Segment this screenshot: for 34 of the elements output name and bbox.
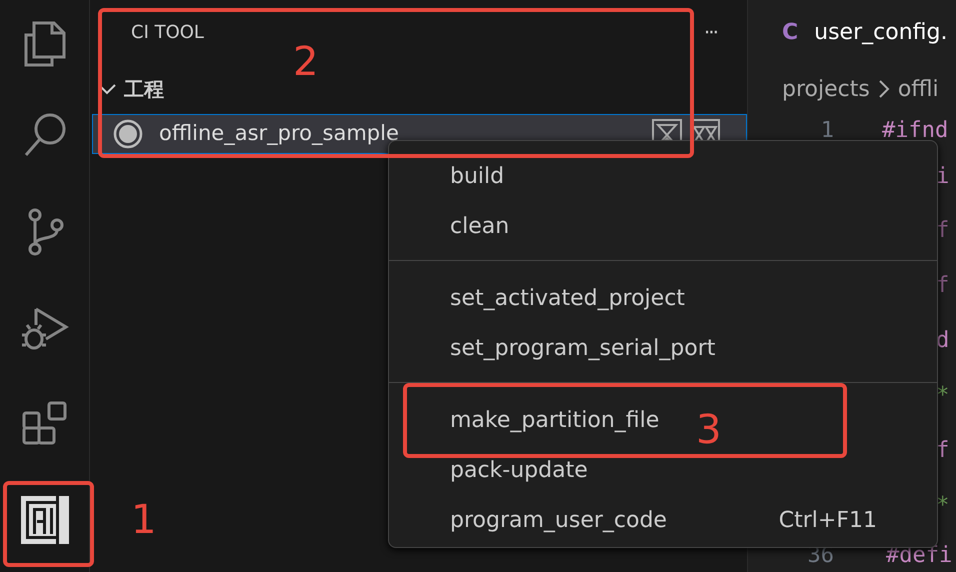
radio-icon <box>113 119 143 149</box>
tab-label: user_config. <box>814 18 948 46</box>
keyboard-shortcut: Ctrl+F11 <box>778 506 877 534</box>
menu-item[interactable]: make_partition_file <box>450 404 660 436</box>
menu-item[interactable]: program_user_code <box>450 504 667 536</box>
editor-tab[interactable]: C user_config. <box>748 0 956 64</box>
code-text: f <box>936 436 950 465</box>
code-text: * <box>936 382 950 410</box>
tree-item-label: offline_asr_pro_sample <box>159 120 400 148</box>
c-file-icon: C <box>782 16 798 48</box>
menu-item[interactable]: set_activated_project <box>450 282 685 314</box>
chevron-right-icon <box>878 79 890 99</box>
line-number: 1 <box>820 116 834 144</box>
annotation-number: 3 <box>696 410 722 450</box>
annotation-number: 2 <box>293 42 318 82</box>
more-actions-button[interactable]: ··· <box>704 17 717 47</box>
code-text: #defi <box>886 542 952 570</box>
breadcrumb-item[interactable]: offli <box>898 72 939 106</box>
code-text: i <box>936 162 950 190</box>
section-header: 工程 <box>124 76 164 103</box>
code-text: f <box>936 217 950 246</box>
menu-item[interactable]: build <box>450 160 504 192</box>
ci-tool-logo[interactable] <box>21 496 69 544</box>
sidebar-title: CI TOOL <box>131 20 204 44</box>
code-text: f <box>936 272 950 300</box>
menu-item[interactable]: clean <box>450 210 510 242</box>
files-icon[interactable] <box>22 19 68 69</box>
annotation-number: 1 <box>131 500 156 540</box>
menu-item[interactable]: pack-update <box>450 454 588 486</box>
code-text: #ifnd <box>882 116 948 144</box>
breadcrumb-item[interactable]: projects <box>782 72 870 106</box>
code-text: * <box>936 492 950 520</box>
code-text: d <box>936 327 950 356</box>
menu-item[interactable]: set_program_serial_port <box>450 332 716 364</box>
